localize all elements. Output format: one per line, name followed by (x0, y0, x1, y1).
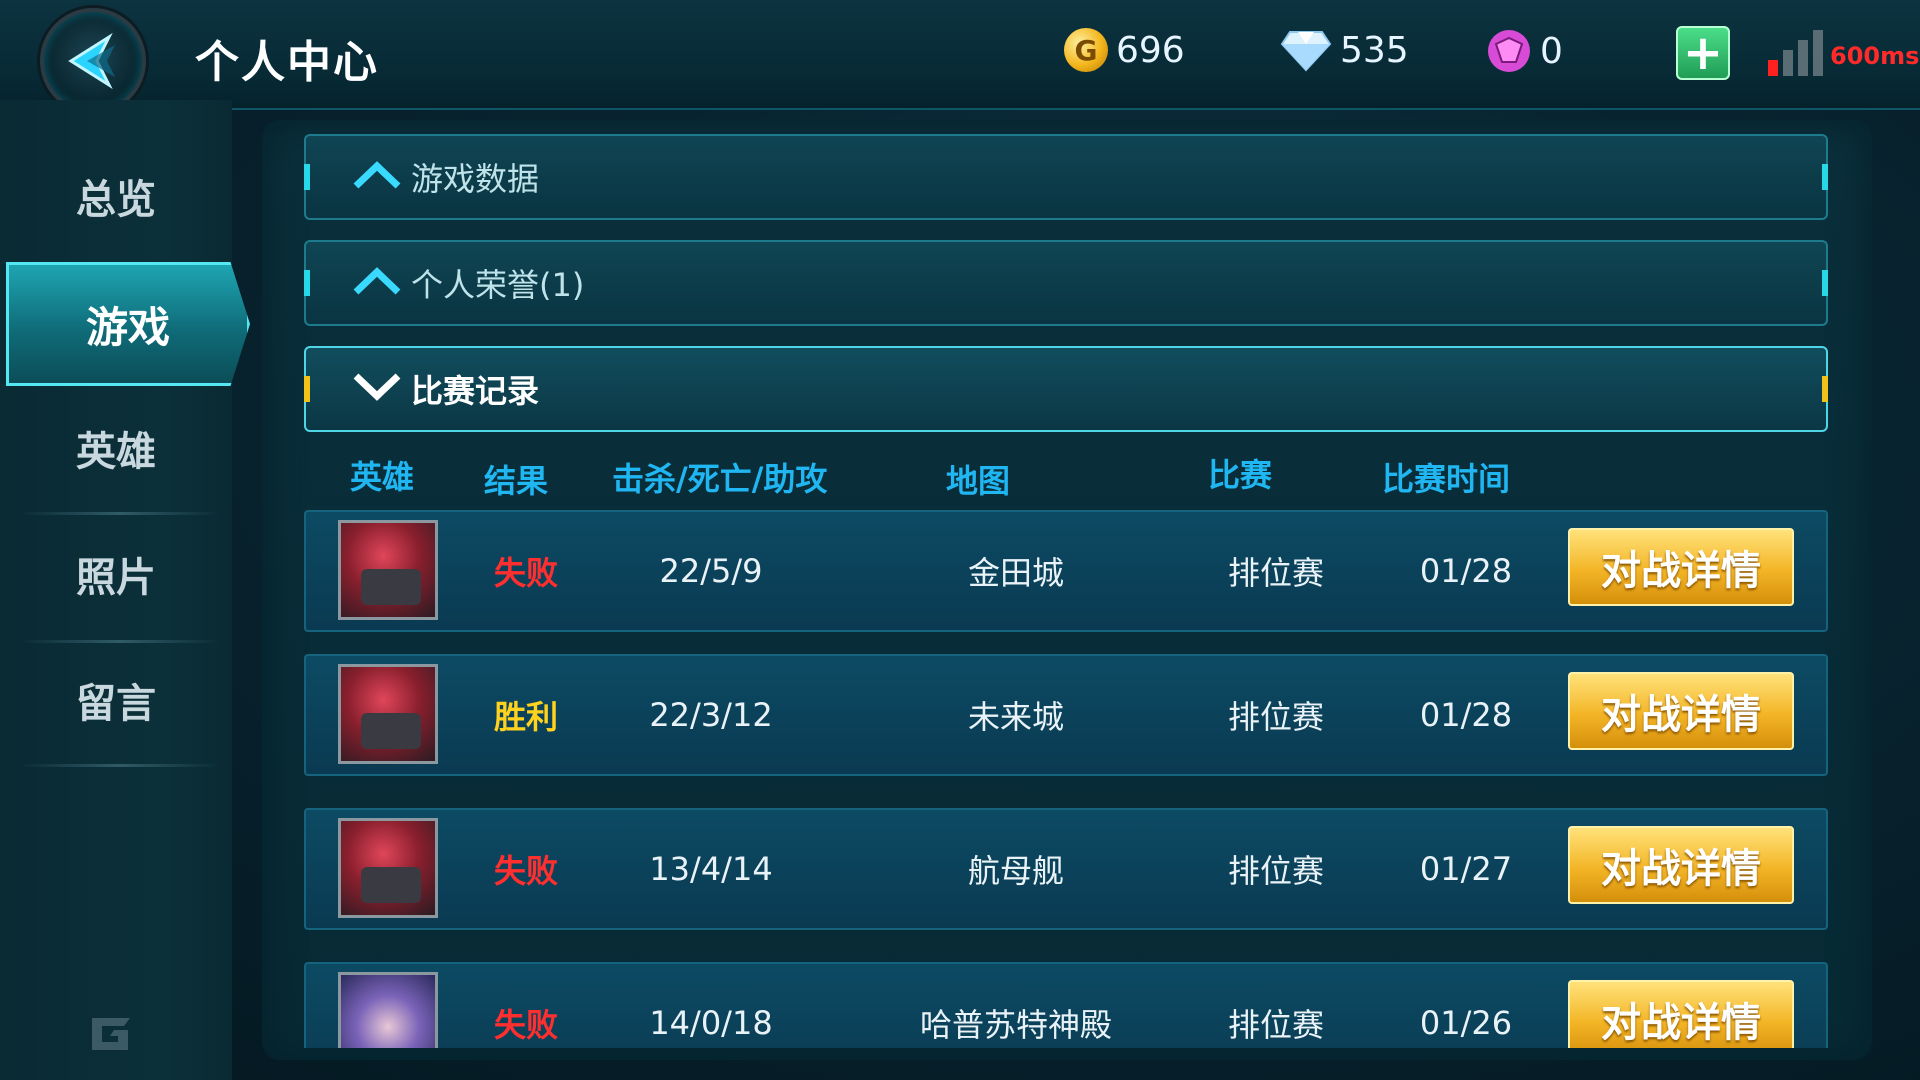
match-type: 排位赛 (1227, 554, 1324, 592)
hero-avatar[interactable] (338, 818, 438, 918)
sidebar-item-label: 英雄 (76, 429, 156, 475)
match-kda: 22/3/12 (649, 696, 773, 734)
match-map: 航母舰 (967, 852, 1064, 890)
hero-avatar[interactable] (338, 520, 438, 620)
sidebar-item-label: 照片 (76, 555, 156, 601)
back-arrow-icon (68, 32, 115, 90)
sidebar-item-label: 游戏 (85, 302, 170, 352)
sidebar-item-label: 总览 (76, 177, 156, 223)
hero-avatar[interactable] (338, 972, 438, 1048)
match-list: 失败 22/5/9 金田城 排位赛 01/28 对战详情 胜利 22/3/12 … (262, 0, 1872, 1048)
match-type: 排位赛 (1227, 1006, 1324, 1044)
hero-avatar[interactable] (338, 664, 438, 764)
match-details-button[interactable]: 对战详情 (1568, 672, 1794, 750)
match-result: 失败 (493, 1006, 558, 1044)
match-kda: 22/5/9 (659, 552, 763, 590)
match-row[interactable]: 胜利 22/3/12 未来城 排位赛 01/28 对战详情 (304, 654, 1828, 776)
sidebar-item-photos[interactable]: 照片 (0, 514, 232, 634)
match-kda: 14/0/18 (649, 1004, 773, 1042)
match-map: 未来城 (967, 698, 1064, 736)
sidebar-item-overview[interactable]: 总览 (0, 136, 232, 256)
match-kda: 13/4/14 (649, 850, 773, 888)
match-map: 哈普苏特神殿 (919, 1006, 1112, 1044)
game-logo-icon (92, 1018, 130, 1050)
match-details-button[interactable]: 对战详情 (1568, 826, 1794, 904)
back-button[interactable] (40, 8, 146, 114)
match-row[interactable]: 失败 13/4/14 航母舰 排位赛 01/27 对战详情 (304, 808, 1828, 930)
match-type: 排位赛 (1227, 852, 1324, 890)
match-details-button[interactable]: 对战详情 (1568, 980, 1794, 1048)
match-result: 失败 (493, 554, 558, 592)
sidebar-item-label: 留言 (76, 681, 156, 727)
match-time: 01/28 (1419, 696, 1513, 734)
sidebar-item-heroes[interactable]: 英雄 (0, 388, 232, 508)
sidebar-item-game[interactable]: 游戏 (6, 262, 250, 386)
sidebar-divider (20, 764, 220, 767)
match-time: 01/27 (1419, 850, 1513, 888)
match-row[interactable]: 失败 14/0/18 哈普苏特神殿 排位赛 01/26 对战详情 (304, 962, 1828, 1048)
match-row[interactable]: 失败 22/5/9 金田城 排位赛 01/28 对战详情 (304, 510, 1828, 632)
match-time: 01/28 (1419, 552, 1513, 590)
match-time: 01/26 (1419, 1004, 1513, 1042)
match-map: 金田城 (967, 554, 1064, 592)
match-result: 胜利 (493, 698, 558, 736)
match-type: 排位赛 (1227, 698, 1324, 736)
match-result: 失败 (493, 852, 558, 890)
sidebar-item-messages[interactable]: 留言 (0, 640, 232, 760)
match-details-button[interactable]: 对战详情 (1568, 528, 1794, 606)
